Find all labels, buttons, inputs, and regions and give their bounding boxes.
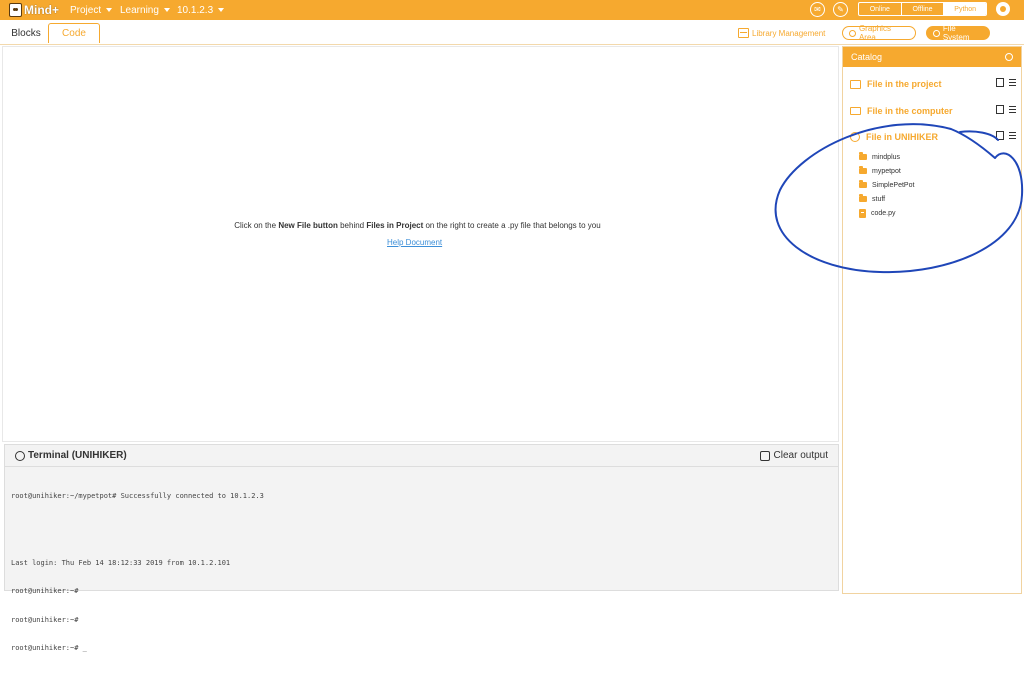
hint-new-file: New File button [278, 221, 338, 230]
list-item[interactable]: SimplePetPot [859, 179, 914, 191]
catalog-sidebar: Catalog File in the project File in the … [842, 46, 1022, 594]
hint-suffix: on the right to create a .py file that b… [423, 221, 601, 230]
new-file-icon[interactable] [996, 105, 1004, 114]
section-file-in-project[interactable]: File in the project [850, 76, 1016, 92]
chevron-down-icon [218, 8, 225, 12]
terminal-line: root@unihiker:~# [11, 615, 79, 624]
graphics-area-label: Graphics Area [858, 24, 891, 42]
terminal-icon [15, 450, 25, 461]
catalog-header: Catalog [843, 47, 1021, 67]
file-name: mindplus [872, 153, 901, 161]
section-project-label: File in the project [867, 79, 942, 89]
terminal-header: Terminal (UNIHIKER) Clear output [5, 445, 838, 467]
file-name: SimplePetPot [872, 181, 915, 189]
folder-icon [859, 194, 867, 202]
app-logo: Mind+ [9, 2, 59, 18]
library-management-button[interactable]: Library Management [738, 26, 825, 40]
clear-output-label: Clear output [773, 450, 828, 461]
menu-icon[interactable] [1009, 79, 1016, 86]
terminal-line: root@unihiker:~/mypetpot# Successfully c… [11, 492, 264, 500]
hint-files-in-project: Files in Project [366, 221, 424, 230]
python-file-icon [859, 208, 866, 218]
refresh-icon[interactable] [1005, 53, 1013, 61]
menu-project-label: Project [70, 4, 102, 16]
clear-output-button[interactable]: Clear output [759, 450, 828, 461]
gear-icon[interactable] [996, 2, 1010, 16]
file-name: stuff [872, 195, 886, 203]
graphics-area-button[interactable]: Graphics Area [842, 24, 916, 42]
play-circle-icon [849, 29, 856, 37]
terminal-output[interactable]: root@unihiker:~/mypetpot# Successfully c… [5, 467, 838, 673]
edit-icon[interactable]: ✎ [833, 2, 848, 17]
empty-editor-hint: Click on the New File button behind File… [3, 221, 832, 230]
file-system-label: File System [942, 24, 970, 42]
menu-icon[interactable] [1009, 106, 1016, 113]
clear-icon [759, 450, 770, 461]
section-unihiker-label: File in UNIHIKER [866, 132, 939, 142]
menu-device-ip-label: 10.1.2.3 [177, 4, 214, 16]
hint-middle: behind [337, 221, 367, 230]
chevron-down-icon [106, 8, 113, 12]
section-file-in-computer[interactable]: File in the computer [850, 103, 1016, 119]
file-name: mypetpot [872, 167, 901, 175]
tab-code[interactable]: Code [48, 23, 100, 43]
unihiker-icon [850, 132, 860, 142]
mode-offline[interactable]: Offline [902, 3, 945, 15]
new-file-icon[interactable] [996, 78, 1004, 87]
terminal-title: Terminal (UNIHIKER) [15, 450, 127, 461]
robot-logo-icon [9, 3, 22, 17]
folder-icon [859, 166, 867, 174]
file-system-icon [933, 29, 940, 37]
menu-learning[interactable]: Learning [120, 3, 170, 17]
terminal-line: Last login: Thu Feb 14 18:12:33 2019 fro… [11, 558, 231, 567]
library-icon [738, 28, 749, 38]
new-file-icon[interactable] [996, 131, 1004, 140]
top-bar: Mind+ Project Learning 10.1.2.3 ✉ ✎ Onli… [0, 0, 1024, 20]
folder-icon [859, 180, 867, 188]
project-folder-icon [850, 79, 861, 89]
monitor-icon [850, 107, 861, 115]
folder-icon [859, 152, 867, 160]
help-document-link[interactable]: Help Document [387, 238, 453, 247]
file-system-button[interactable]: File System [926, 24, 990, 42]
terminal-panel[interactable]: Terminal (UNIHIKER) Clear output root@un… [4, 444, 839, 652]
sub-toolbar: Blocks Code Library Management Graphics … [0, 20, 1024, 45]
mode-switch: Online Offline Python [858, 2, 987, 16]
terminal-line: root@unihiker:~# [11, 587, 79, 595]
terminal-line: root@unihiker:~# _ [11, 644, 87, 652]
chevron-down-icon [163, 8, 170, 12]
menu-device-ip[interactable]: 10.1.2.3 [177, 3, 225, 17]
code-editor[interactable]: Click on the New File button behind File… [2, 46, 839, 442]
catalog-title: Catalog [851, 52, 883, 62]
list-item[interactable]: code.py [859, 207, 896, 219]
mode-python[interactable]: Python [944, 3, 986, 15]
list-item[interactable]: mypetpot [859, 165, 901, 177]
section-file-in-unihiker[interactable]: File in UNIHIKER [850, 129, 1016, 145]
menu-learning-label: Learning [120, 4, 159, 16]
menu-project[interactable]: Project [70, 3, 113, 17]
list-item[interactable]: mindplus [859, 151, 900, 163]
mode-online[interactable]: Online [859, 3, 902, 15]
menu-icon[interactable] [1009, 132, 1016, 139]
tab-blocks[interactable]: Blocks [5, 23, 47, 43]
file-name: code.py [871, 209, 896, 217]
section-computer-label: File in the computer [867, 106, 953, 116]
hint-prefix: Click on the [234, 221, 279, 230]
list-item[interactable]: stuff [859, 193, 885, 205]
library-management-label: Library Management [752, 28, 826, 38]
mail-icon[interactable]: ✉ [810, 2, 825, 17]
terminal-title-text: Terminal (UNIHIKER) [28, 450, 127, 461]
logo-text: Mind+ [24, 3, 59, 17]
